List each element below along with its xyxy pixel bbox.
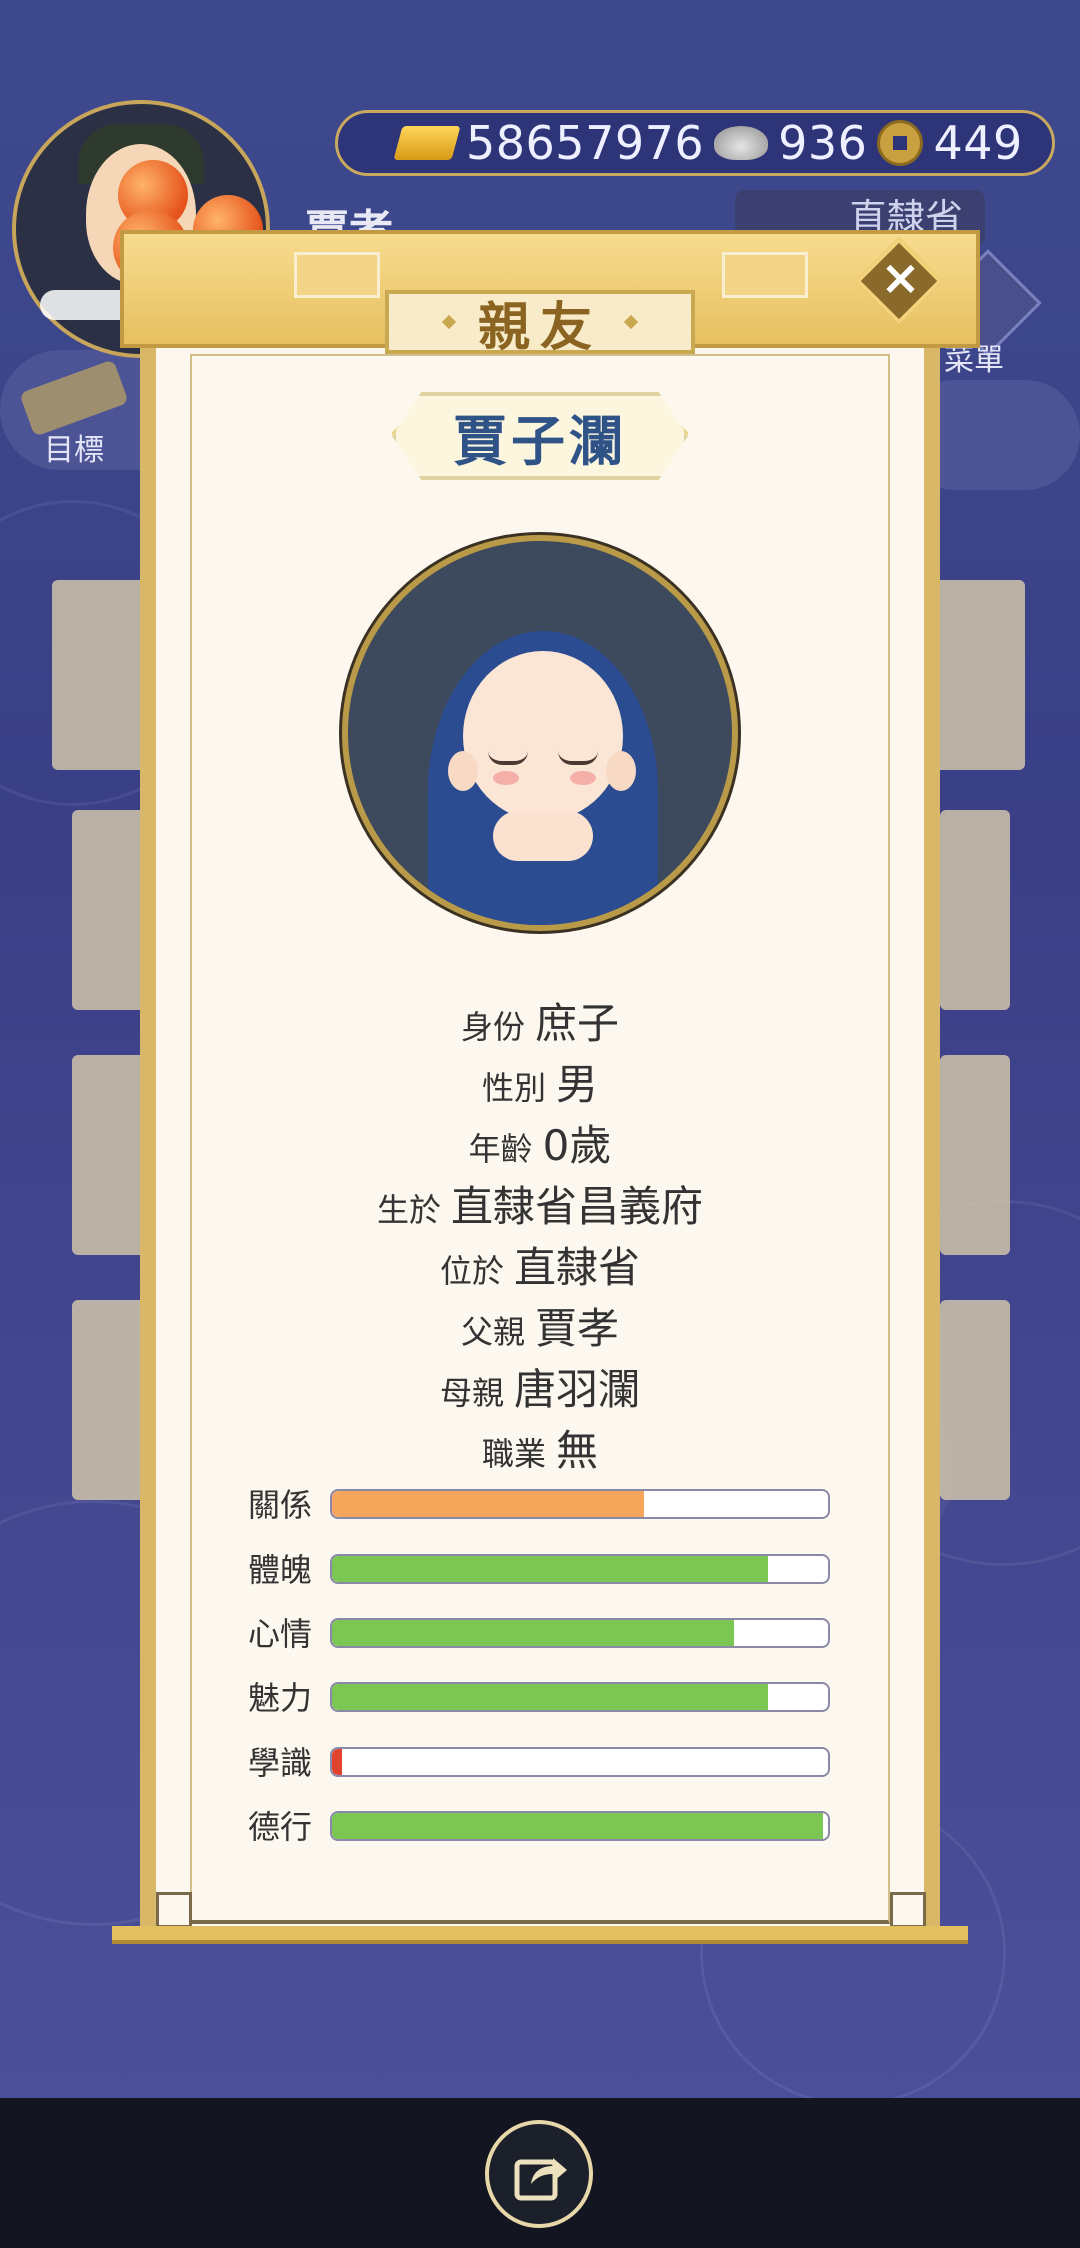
- info-row-occupation: 職業無: [0, 1417, 1080, 1478]
- dialog-title: 親友: [477, 297, 602, 358]
- info-label: 身份: [460, 1008, 525, 1046]
- info-row-birthplace: 生於 直隸省昌義府: [0, 1173, 1080, 1234]
- stat-fill: [332, 1749, 342, 1775]
- stat-label: 魅力: [248, 1679, 313, 1717]
- child-portrait: [342, 535, 738, 931]
- gold-amount: 58657976: [466, 116, 705, 170]
- stat-label: 心情: [248, 1615, 313, 1653]
- stat-fill: [332, 1620, 734, 1646]
- info-label: 位於: [439, 1252, 504, 1290]
- title-ornament: [623, 314, 639, 330]
- info-row-mother: 母親 唐羽瀾: [0, 1356, 1080, 1417]
- info-label: 年齡: [468, 1130, 533, 1168]
- stat-track: [330, 1554, 830, 1584]
- stat-knowledge: 學識: [248, 1743, 848, 1783]
- info-row-location: 位於 直隸省: [0, 1234, 1080, 1295]
- stat-track: [330, 1682, 830, 1712]
- info-label: 母親: [439, 1374, 504, 1412]
- stat-track: [330, 1747, 830, 1777]
- gold-ingot-icon: [393, 126, 461, 160]
- stat-track: [330, 1618, 830, 1648]
- stat-label: 體魄: [248, 1551, 313, 1589]
- stat-mood: 心情: [248, 1614, 848, 1654]
- stat-label: 學識: [248, 1744, 313, 1782]
- stat-charm: 魅力: [248, 1678, 848, 1718]
- title-ornament: [441, 314, 457, 330]
- info-value: 庶子: [535, 999, 620, 1048]
- info-row-gender: 性別男: [0, 1051, 1080, 1112]
- info-row-status: 身份 庶子: [0, 990, 1080, 1051]
- background-card: [925, 580, 1025, 770]
- stat-fill: [332, 1491, 645, 1517]
- info-label: 生於: [376, 1191, 441, 1229]
- info-row-age: 年齡 0歲: [0, 1112, 1080, 1173]
- info-value: 唐羽瀾: [514, 1365, 641, 1414]
- coin-amount: 449: [933, 116, 1023, 170]
- share-icon: [514, 2158, 567, 2201]
- stat-relationship: 關係: [248, 1485, 848, 1525]
- stat-label: 德行: [248, 1808, 313, 1846]
- info-value: 無: [556, 1426, 599, 1475]
- child-name: 賈子瀾: [453, 409, 627, 473]
- info-label: 父親: [460, 1313, 525, 1351]
- share-button[interactable]: [485, 2120, 593, 2228]
- stat-track: [330, 1489, 830, 1519]
- info-value: 賈孝: [535, 1304, 620, 1353]
- silver-ingot-icon: [714, 126, 769, 160]
- info-value: 直隸省昌義府: [451, 1182, 704, 1231]
- silver-amount: 936: [778, 116, 868, 170]
- info-value: 男: [556, 1060, 599, 1109]
- corner-ornament: [156, 1892, 192, 1928]
- stat-physique: 體魄: [248, 1550, 848, 1590]
- currency-bar: 58657976 936 449: [335, 110, 1055, 176]
- info-value: 直隸省: [514, 1243, 641, 1292]
- stat-virtue: 德行: [248, 1807, 848, 1847]
- stat-label: 關係: [248, 1486, 313, 1524]
- corner-ornament: [890, 1892, 926, 1928]
- stat-fill: [332, 1813, 824, 1839]
- copper-coin-icon: [877, 120, 924, 166]
- close-icon: ×: [880, 250, 921, 307]
- background-card: [940, 810, 1010, 1010]
- info-label: 性別: [481, 1069, 546, 1107]
- dialog-title-box: 親友: [385, 290, 695, 358]
- child-name-plate: 賈子瀾: [392, 392, 688, 480]
- stat-track: [330, 1811, 830, 1841]
- stat-fill: [332, 1684, 769, 1710]
- goal-label: 目標: [44, 433, 104, 468]
- info-value: 0歲: [542, 1121, 612, 1170]
- scroll-bottom-rod: [112, 1926, 968, 1944]
- goal-button[interactable]: 目標: [14, 359, 134, 468]
- stat-fill: [332, 1556, 769, 1582]
- info-label: 職業: [481, 1435, 546, 1473]
- info-row-father: 父親 賈孝: [0, 1295, 1080, 1356]
